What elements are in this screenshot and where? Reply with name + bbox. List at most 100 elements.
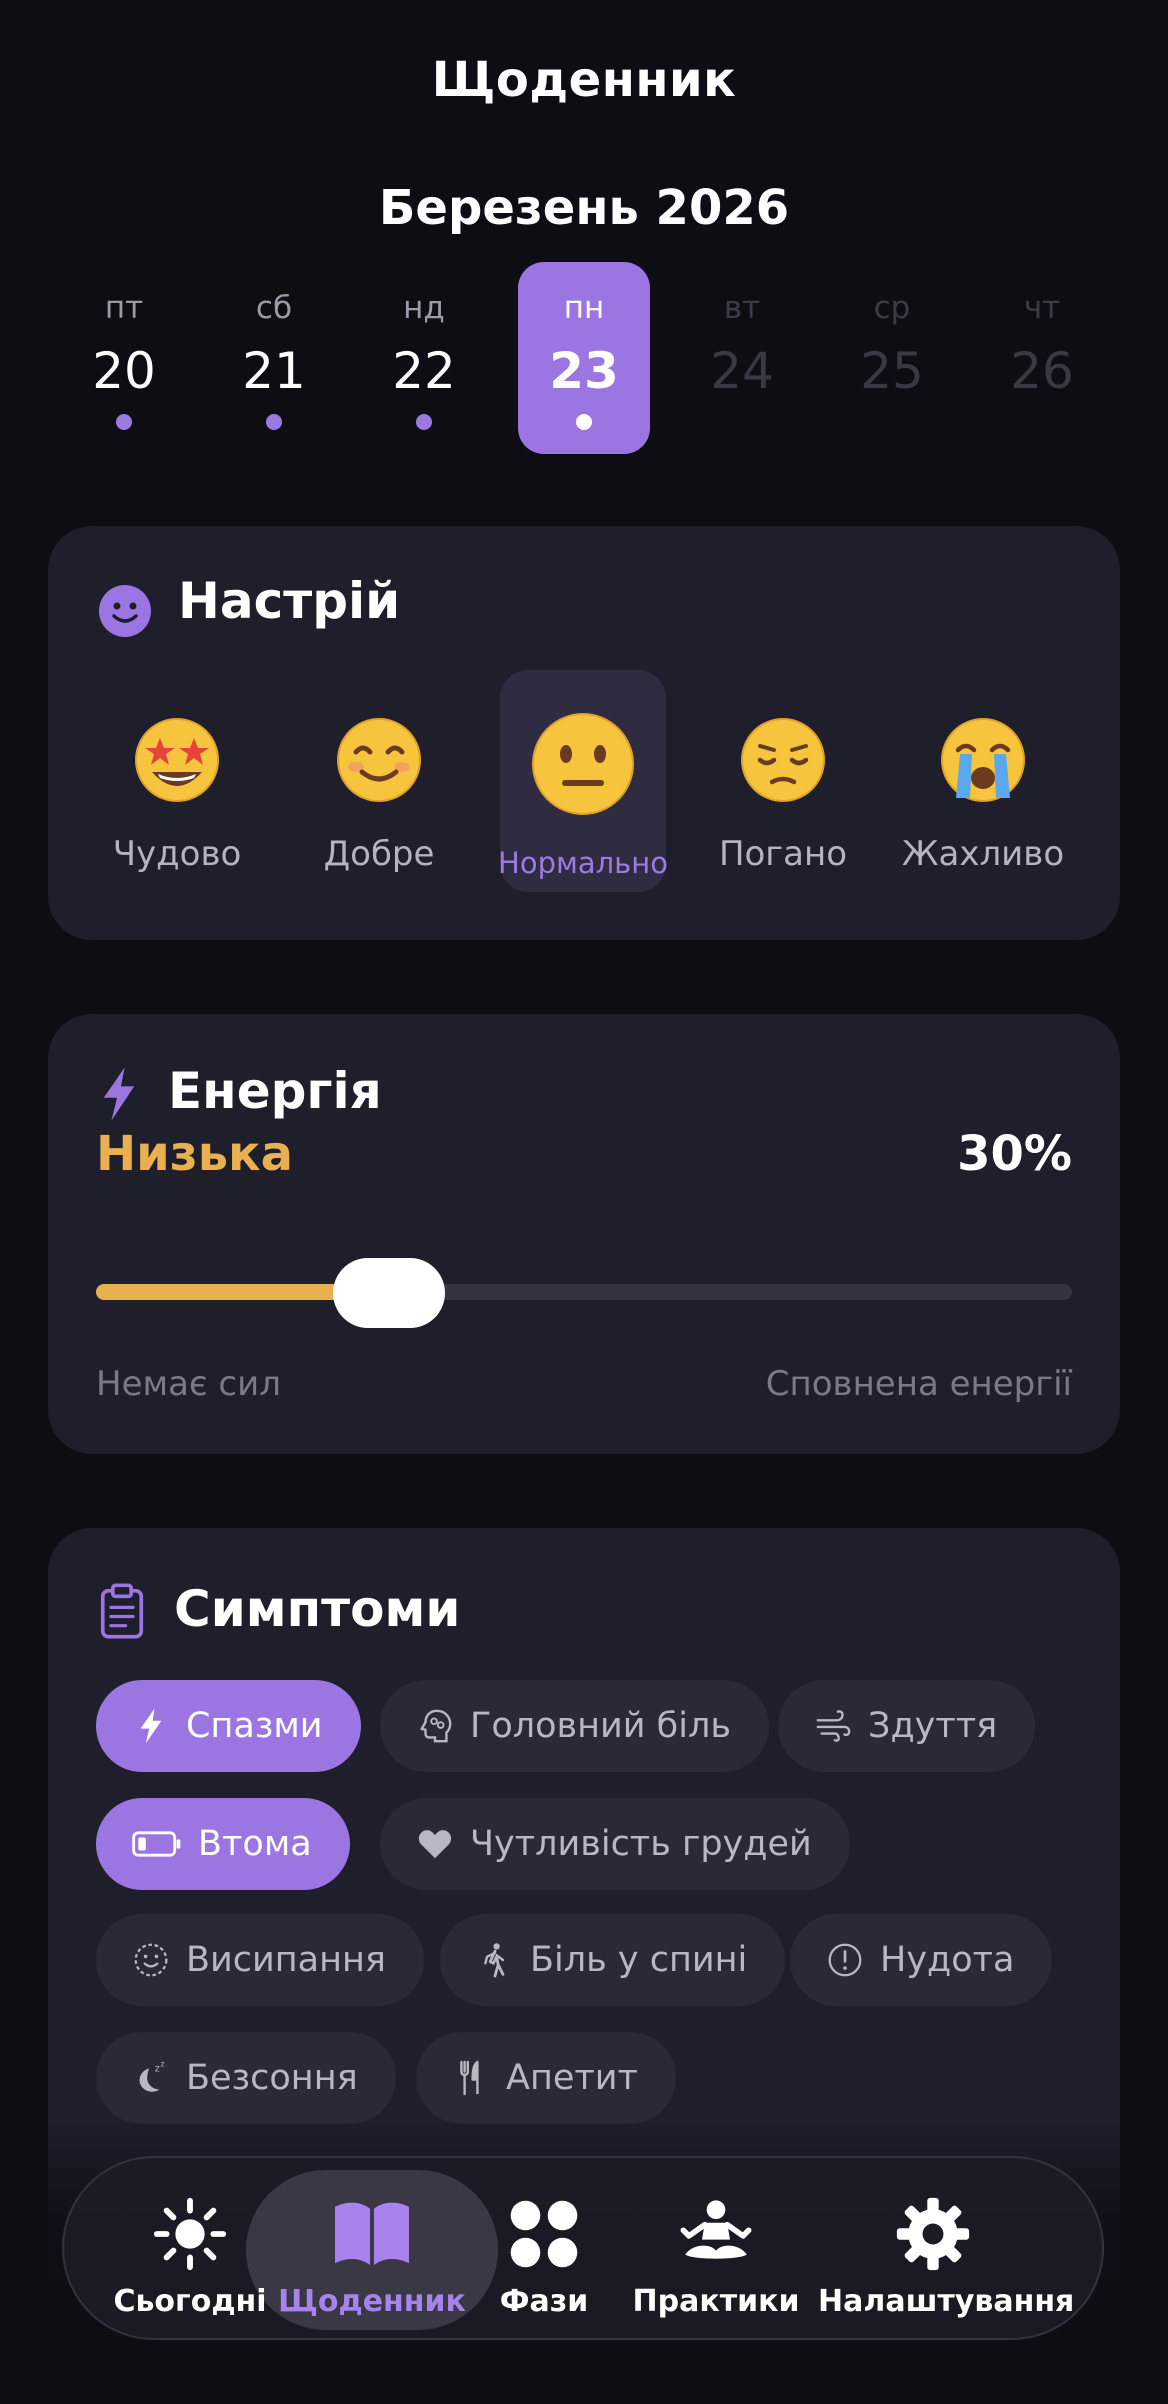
gear-icon <box>896 2197 970 2271</box>
symptom-chip-rash[interactable]: Висипання <box>96 1914 424 2006</box>
fork-knife-icon <box>450 2057 492 2099</box>
heart-icon <box>414 1823 456 1865</box>
entry-dot <box>576 414 592 430</box>
chip-label: Апетит <box>506 2058 638 2098</box>
mood-option-great[interactable]: Чудово <box>94 674 260 896</box>
smiling-emoji-icon <box>337 718 421 802</box>
tab-label: Практики <box>632 2284 800 2319</box>
energy-slider-track[interactable] <box>96 1284 1072 1300</box>
tab-label: Сьогодні <box>113 2284 267 2319</box>
neutral-face-emoji-icon <box>532 713 634 815</box>
day-number: 22 <box>392 342 456 400</box>
tab-label: Налаштування <box>818 2284 1075 2319</box>
energy-slider-thumb[interactable] <box>332 1258 445 1328</box>
exclamation-circle-icon <box>824 1939 866 1981</box>
mood-option-awful[interactable]: Жахливо <box>900 674 1066 896</box>
day-number: 24 <box>710 342 774 400</box>
chip-label: Головний біль <box>470 1706 731 1746</box>
energy-card: Енергія Низька 30% Немає сил Сповнена ен… <box>48 1014 1120 1454</box>
day-name: пт <box>104 290 144 326</box>
energy-title: Енергія <box>168 1062 382 1120</box>
chip-label: Здуття <box>868 1706 998 1746</box>
bolt-icon <box>130 1705 172 1747</box>
tab-settings[interactable]: Налаштування <box>818 2158 1074 2338</box>
day-sat-21[interactable]: сб 21 <box>208 262 340 454</box>
day-name: вт <box>723 290 761 326</box>
entry-dot <box>416 414 432 430</box>
entry-dot <box>116 414 132 430</box>
symptoms-title: Симптоми <box>174 1580 461 1638</box>
mood-label: Жахливо <box>901 834 1065 874</box>
svg-text:z: z <box>161 2060 165 2069</box>
mood-option-good[interactable]: Добре <box>296 674 462 896</box>
energy-min-label: Немає сил <box>96 1364 281 1404</box>
bolt-icon <box>103 1067 135 1121</box>
energy-level-label: Низька <box>96 1126 294 1182</box>
symptom-chip-fatigue[interactable]: Втома <box>96 1798 350 1890</box>
entry-dot <box>266 414 282 430</box>
symptom-chip-breast-tenderness[interactable]: Чутливість грудей <box>380 1798 850 1890</box>
bottom-tab-bar: Сьогодні Щоденник Фази Практики Налаштув… <box>62 2156 1104 2340</box>
tab-diary-selected[interactable]: Щоденник <box>278 2158 466 2338</box>
day-number: 21 <box>242 342 306 400</box>
chip-label: Біль у спині <box>530 1940 748 1980</box>
mood-label: Чудово <box>112 834 242 874</box>
day-number: 25 <box>860 342 924 400</box>
symptom-chip-appetite[interactable]: Апетит <box>416 2032 676 2124</box>
day-name: чт <box>1023 290 1061 326</box>
energy-percent: 30% <box>957 1126 1072 1182</box>
day-tue-24[interactable]: вт 24 <box>676 262 808 454</box>
day-mon-23-selected[interactable]: пн 23 <box>518 262 650 454</box>
day-name: ср <box>873 290 911 326</box>
battery-low-icon <box>130 1823 184 1865</box>
mood-option-normal-selected[interactable]: Нормально <box>498 670 668 892</box>
mood-label: Погано <box>718 834 848 874</box>
tab-phases[interactable]: Фази <box>484 2158 604 2338</box>
day-sun-22[interactable]: нд 22 <box>358 262 490 454</box>
wind-icon <box>812 1705 854 1747</box>
day-number: 26 <box>1010 342 1074 400</box>
mood-label: Добре <box>323 834 435 874</box>
svg-text:z: z <box>155 2063 160 2074</box>
walking-icon <box>474 1939 516 1981</box>
book-icon <box>335 2202 409 2266</box>
page-title: Щоденник <box>431 52 737 108</box>
symptom-chip-nausea[interactable]: Нудота <box>790 1914 1053 2006</box>
day-wed-25[interactable]: ср 25 <box>826 262 958 454</box>
tab-today[interactable]: Сьогодні <box>113 2158 267 2338</box>
chip-label: Чутливість грудей <box>470 1824 812 1864</box>
moon-zzz-icon: zz <box>130 2057 172 2099</box>
pensive-emoji-icon <box>741 718 825 802</box>
tab-label: Щоденник <box>278 2284 466 2319</box>
mood-option-bad[interactable]: Погано <box>700 674 866 896</box>
day-number: 20 <box>92 342 156 400</box>
symptom-chip-bloating[interactable]: Здуття <box>778 1680 1036 1772</box>
four-circles-icon <box>510 2200 578 2268</box>
month-title: Березень 2026 <box>378 180 790 236</box>
mood-label: Нормально <box>498 846 668 880</box>
chip-label: Втома <box>198 1824 312 1864</box>
symptom-chip-back-pain[interactable]: Біль у спині <box>440 1914 786 2006</box>
tab-practices[interactable]: Практики <box>633 2158 799 2338</box>
energy-max-label: Сповнена енергії <box>765 1364 1072 1404</box>
meditation-icon <box>680 2200 752 2259</box>
crying-emoji-icon <box>941 718 1025 802</box>
symptom-chip-cramps[interactable]: Спазми <box>96 1680 361 1772</box>
mood-card: Настрій Чудово Добре Нормально Погано Жа… <box>48 526 1120 940</box>
chip-label: Нудота <box>880 1940 1015 1980</box>
chip-label: Висипання <box>186 1940 386 1980</box>
sun-icon <box>153 2197 227 2271</box>
brain-icon <box>414 1705 456 1747</box>
day-thu-26[interactable]: чт 26 <box>976 262 1108 454</box>
chip-label: Спазми <box>186 1706 323 1746</box>
day-fri-20[interactable]: пт 20 <box>58 262 190 454</box>
symptom-chip-headache[interactable]: Головний біль <box>380 1680 769 1772</box>
day-number: 23 <box>549 342 619 400</box>
tab-label: Фази <box>499 2284 589 2319</box>
clipboard-icon <box>100 1583 144 1639</box>
day-name: нд <box>403 290 445 326</box>
day-name: пн <box>563 290 605 326</box>
symptom-chip-insomnia[interactable]: zz Безсоння <box>96 2032 396 2124</box>
day-name: сб <box>255 290 293 326</box>
dotted-face-icon <box>130 1939 172 1981</box>
